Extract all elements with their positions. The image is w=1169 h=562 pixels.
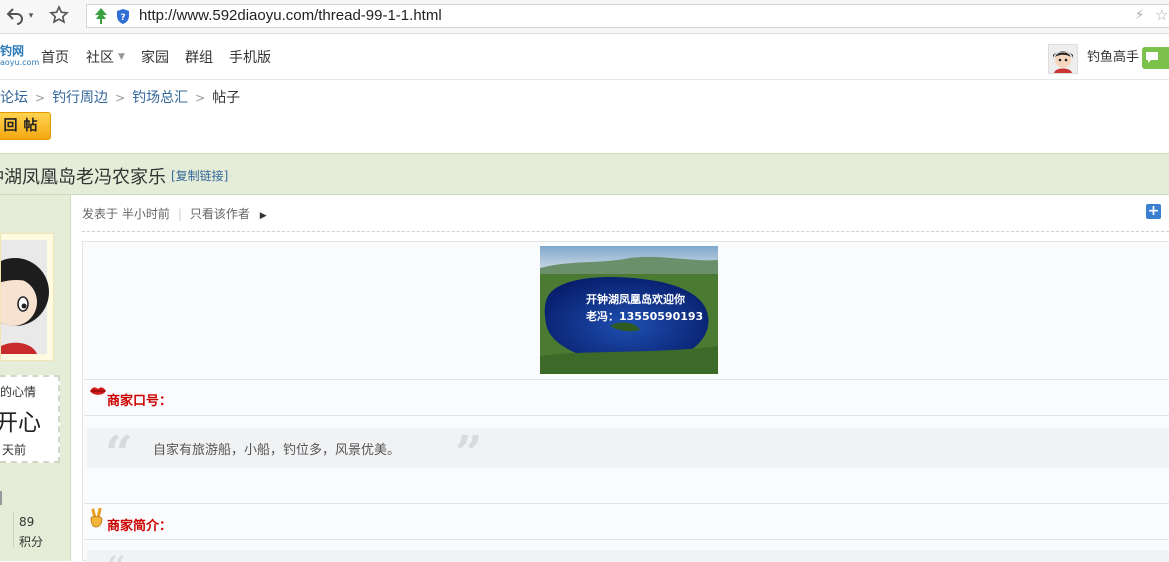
post-body: 开钟湖凤凰岛欢迎你 老冯：13550590193 商家口号： “ 自家有旅游船，… [82, 241, 1169, 562]
dropdown-icon[interactable]: ▾ [26, 5, 36, 27]
breadcrumb-current: 帖子 [212, 90, 241, 106]
breadcrumb-fishing-trips[interactable]: 钓行周边 [52, 90, 108, 106]
author-avatar[interactable] [0, 233, 54, 361]
chevron-right-icon: > [195, 91, 206, 105]
play-triangle-icon: ▶ [259, 211, 267, 221]
points-label: 积分 [19, 535, 44, 549]
divider [82, 231, 1169, 232]
site-icon [93, 7, 109, 29]
slogan-label: 商家口号： [107, 394, 173, 409]
divider [84, 503, 1169, 504]
breadcrumb-forum[interactable]: 论坛 [0, 90, 28, 106]
reply-button[interactable]: 回帖 [0, 112, 51, 140]
post-time: 发表于 半小时前 [82, 207, 170, 221]
nav-item-groups[interactable]: 群组 [185, 38, 213, 78]
back-arrow-icon[interactable] [4, 5, 26, 27]
divider [84, 539, 1169, 540]
star-icon[interactable] [48, 5, 70, 27]
intro-label: 商家简介： [107, 519, 173, 534]
points-value[interactable]: 89 [19, 515, 34, 529]
copy-link[interactable]: [复制链接] [171, 167, 228, 184]
thread-title: 钟湖凤凰岛老冯农家乐 [0, 167, 166, 188]
victory-hand-icon [89, 507, 105, 532]
nav-item-family[interactable]: 家园 [141, 38, 169, 78]
lake-banner-image[interactable]: 开钟湖凤凰岛欢迎你 老冯：13550590193 [540, 246, 718, 374]
divider [84, 415, 1169, 416]
chevron-right-icon: > [115, 91, 126, 105]
url-text[interactable]: http://www.592diaoyu.com/thread-99-1-1.h… [139, 5, 442, 27]
share-button[interactable]: + [1146, 204, 1169, 222]
chevron-right-icon: > [35, 91, 46, 105]
svg-text:?: ? [120, 13, 125, 23]
author-panel: 的心情 开心 天前 89 积分 [0, 195, 71, 561]
site-logo[interactable]: 钓网 aoyu.com [0, 44, 40, 68]
lips-icon [89, 385, 107, 401]
slogan-quote: “ 自家有旅游船，小船，钓位多，风景优美。 ” [87, 428, 1169, 478]
nav-item-mobile[interactable]: 手机版 [229, 38, 271, 78]
lightning-icon[interactable]: ⚡ [1135, 8, 1144, 23]
mood-value: 开心 [0, 410, 41, 436]
close-quote-icon: ” [455, 426, 483, 482]
slogan-text: 自家有旅游船，小船，钓位多，风景优美。 [153, 443, 401, 458]
browser-toolbar: ▾ ? http://www.592diaoyu.com/thread-99-1… [0, 0, 1169, 34]
banner-caption-line2: 老冯：13550590193 [586, 310, 704, 323]
open-quote-icon: “ [105, 550, 131, 562]
mood-box: 的心情 开心 天前 [0, 375, 60, 463]
logo-text: 钓网 [0, 44, 25, 58]
user-avatar[interactable] [1048, 44, 1078, 74]
plus-icon: + [1146, 204, 1161, 219]
nav-item-community[interactable]: 社区 [86, 38, 114, 78]
banner-caption-line1: 开钟湖凤凰岛欢迎你 [586, 293, 685, 306]
shield-icon: ? [115, 8, 131, 29]
author-only-link[interactable]: 只看该作者 [190, 207, 250, 221]
breadcrumb: 论坛 > 钓行周边 > 钓场总汇 > 帖子 [0, 87, 240, 107]
username[interactable]: 钓鱼高手 [1087, 38, 1139, 78]
stat-divider [0, 491, 2, 505]
stat-divider [13, 513, 14, 547]
thread-title-bar: 钟湖凤凰岛老冯农家乐 [复制链接] [0, 153, 1169, 195]
site-nav: 钓网 aoyu.com 首页 社区 ▼ 家园 群组 手机版 钓鱼高手 [0, 38, 1169, 80]
open-quote-icon: “ [105, 426, 133, 482]
bookmark-star-icon[interactable]: ☆ [1155, 6, 1168, 24]
chat-bubble-icon[interactable] [1142, 47, 1169, 69]
nav-item-home[interactable]: 首页 [41, 38, 69, 78]
breadcrumb-fishing-spots[interactable]: 钓场总汇 [132, 90, 188, 106]
mood-time: 天前 [2, 443, 27, 457]
divider [84, 379, 1169, 380]
mood-label: 的心情 [0, 385, 37, 399]
post-meta: 发表于 半小时前 | 只看该作者 ▶ [82, 207, 267, 221]
intro-quote: “ [87, 550, 1169, 562]
chevron-down-icon: ▼ [118, 52, 125, 62]
logo-subtext: aoyu.com [0, 58, 40, 67]
address-bar[interactable]: ? http://www.592diaoyu.com/thread-99-1-1… [86, 4, 1169, 28]
